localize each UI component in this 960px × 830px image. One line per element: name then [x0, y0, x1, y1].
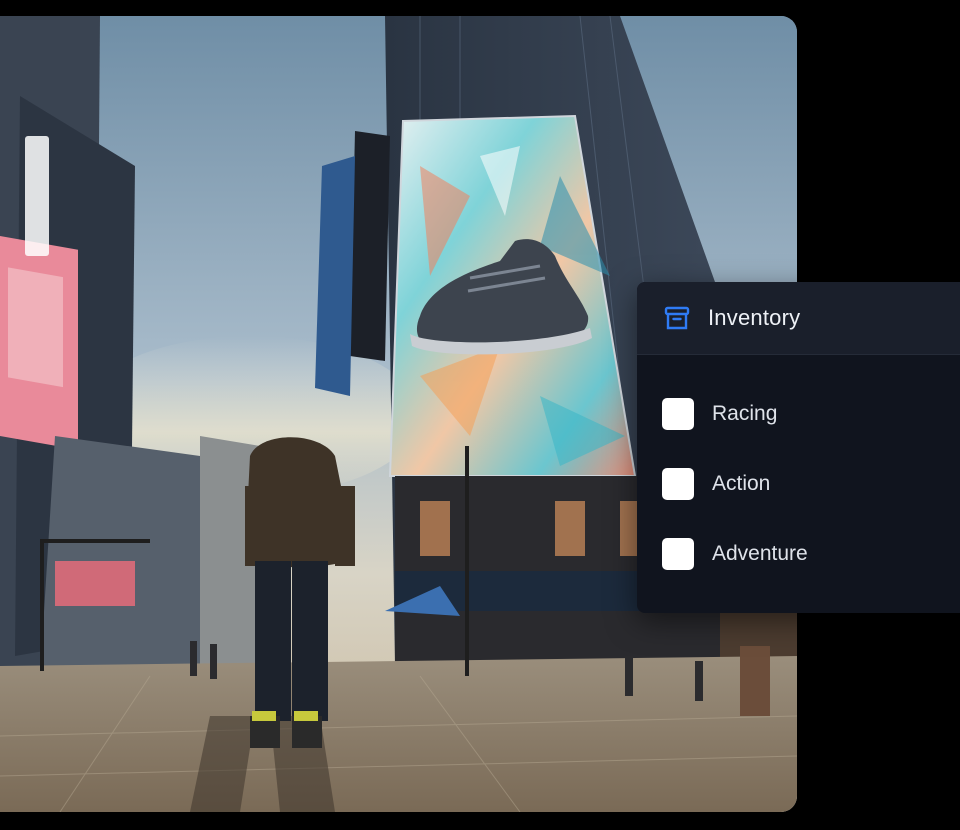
adventure-checkbox[interactable] [662, 538, 694, 570]
option-label: Racing [712, 402, 778, 425]
game-screenshot-stage: Inventory Racing Action Adventure [0, 0, 960, 830]
inventory-panel-header[interactable]: Inventory [637, 282, 960, 355]
inventory-option-list: Racing Action Adventure [637, 355, 960, 589]
inventory-panel: Inventory Racing Action Adventure [637, 282, 960, 613]
option-action[interactable]: Action [637, 449, 960, 519]
option-adventure[interactable]: Adventure [637, 519, 960, 589]
racing-checkbox[interactable] [662, 398, 694, 430]
action-checkbox[interactable] [662, 468, 694, 500]
option-label: Action [712, 472, 771, 495]
option-racing[interactable]: Racing [637, 379, 960, 449]
archive-box-icon [664, 305, 690, 331]
option-label: Adventure [712, 542, 808, 565]
inventory-title: Inventory [708, 305, 801, 330]
